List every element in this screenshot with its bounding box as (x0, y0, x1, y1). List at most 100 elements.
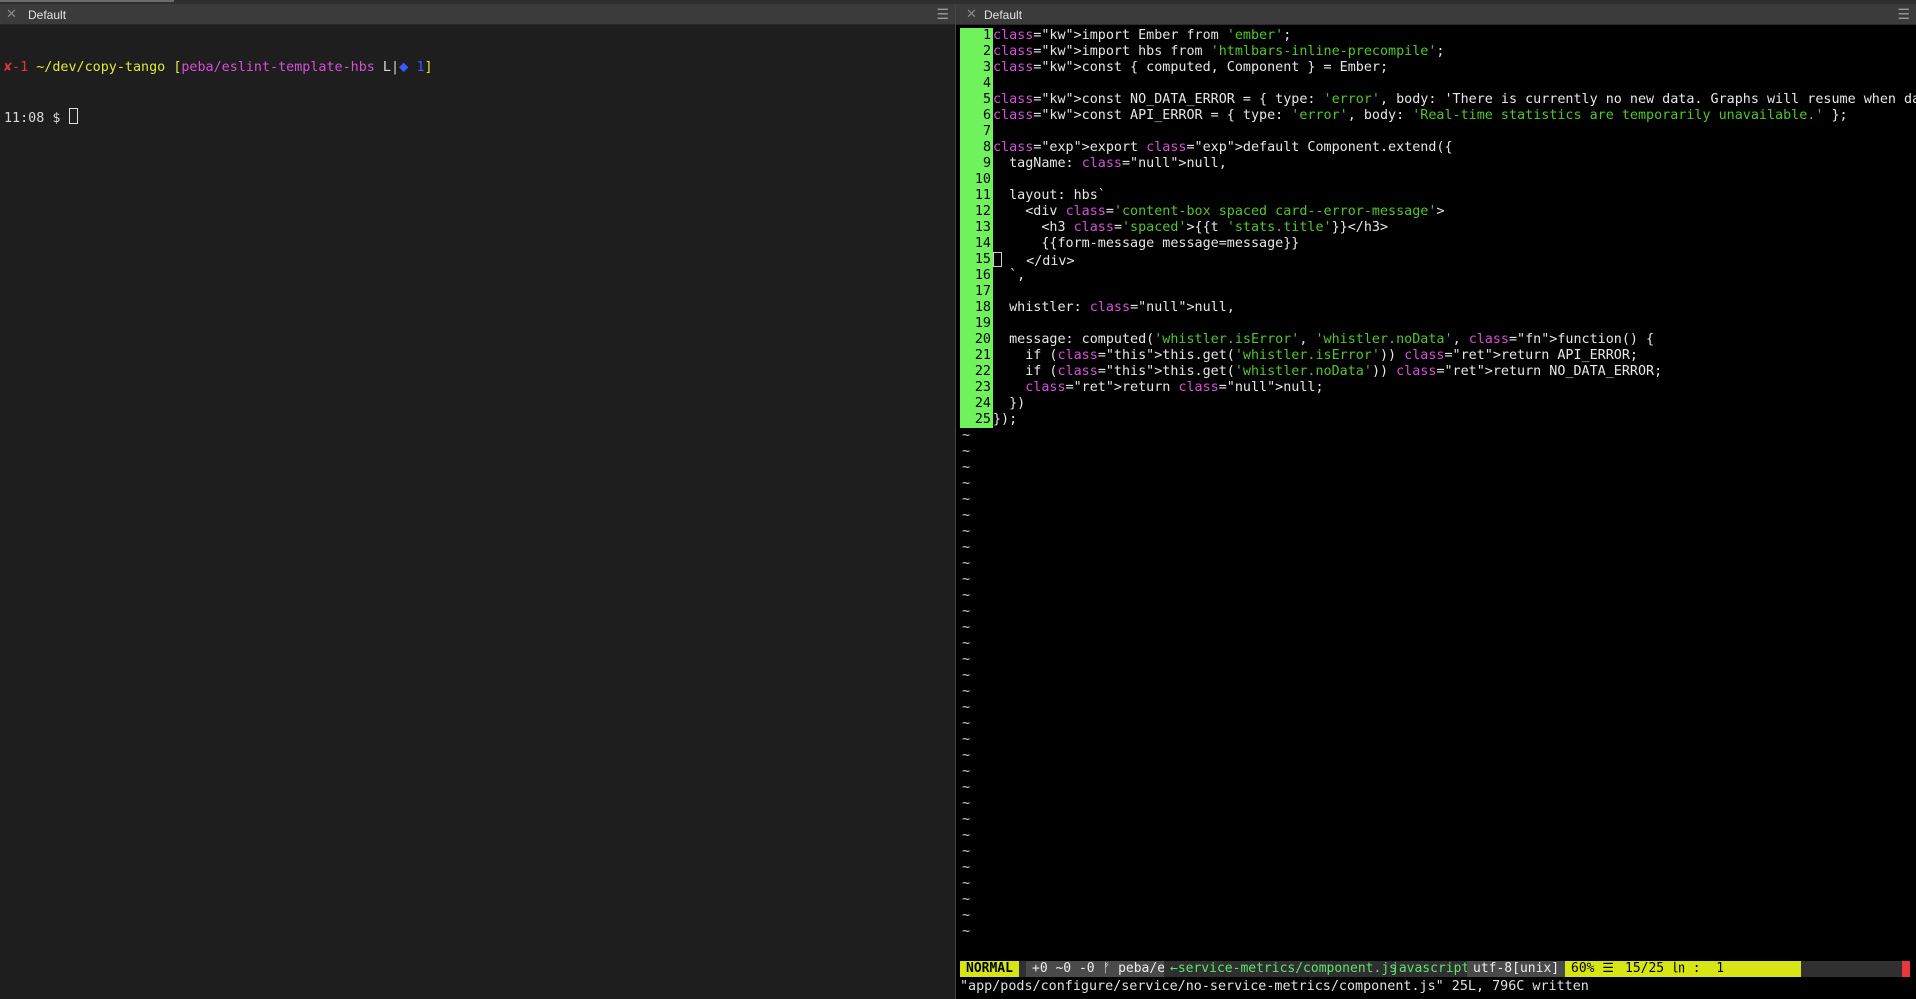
code-line[interactable]: class="kw">import Ember from 'ember'; (993, 28, 1916, 44)
line-number: 11 (960, 188, 993, 204)
code-line[interactable] (993, 124, 1916, 140)
pane-title: Default (984, 8, 1023, 22)
empty-line-tilde: ~ (962, 556, 971, 571)
statusline-endcap (1902, 961, 1910, 977)
terminal-cursor (68, 108, 78, 124)
line-number: 8 (960, 140, 993, 156)
empty-line-tilde: ~ (962, 508, 971, 523)
line-number: 17 (960, 284, 993, 300)
vim-message-line: "app/pods/configure/service/no-service-m… (960, 979, 1589, 994)
current-path: ~/dev/copy-tango (36, 60, 166, 75)
line-number: 13 (960, 220, 993, 236)
scroll-percent: 60% ☰ (1565, 961, 1620, 977)
empty-line-tilde: ~ (962, 620, 971, 635)
line-number: 15 (960, 252, 993, 268)
shell-output[interactable]: ✘-1 ~/dev/copy-tango [peba/eslint-templa… (4, 28, 955, 156)
code-line[interactable] (993, 76, 1916, 92)
code-line[interactable]: message: computed('whistler.isError', 'w… (993, 332, 1916, 348)
code-line[interactable]: {{form-message message=message}} (993, 236, 1916, 252)
right-vim-pane[interactable]: ✕ Default ☰ 1 2 3 4 5 6 7 8 9 10 11 12 13 14 15 16 17 18 1… (956, 4, 1916, 999)
branch-flag: L (382, 60, 391, 75)
empty-line-tilde: ~ (962, 636, 971, 651)
line-number: 19 (960, 316, 993, 332)
shell-prompt-line-1: ✘-1 ~/dev/copy-tango [peba/eslint-templa… (4, 60, 433, 75)
empty-line-tilde: ~ (962, 732, 971, 747)
right-pane-titlebar: ✕ Default ☰ (956, 4, 1916, 25)
line-number: 21 (960, 348, 993, 364)
active-tab-indicator (0, 0, 174, 2)
empty-line-tilde: ~ (962, 796, 971, 811)
empty-line-tilde: ~ (962, 668, 971, 683)
hamburger-menu-icon[interactable]: ☰ (936, 6, 949, 22)
code-line[interactable]: class="kw">import hbs from 'htmlbars-inl… (993, 44, 1916, 60)
code-line[interactable]: <div class='content-box spaced card--err… (993, 204, 1916, 220)
line-number: 22 (960, 364, 993, 380)
empty-line-tilde: ~ (962, 652, 971, 667)
vim-statusline: NORMAL +0 ~0 -0 ᚠ peba/es… ←service-metr… (960, 961, 1910, 977)
code-line[interactable]: class="ret">return class="null">null; (993, 380, 1916, 396)
prompt-time: 11:08 (4, 111, 45, 126)
git-branch: peba/eslint-template-hbs (181, 60, 375, 75)
code-line[interactable]: if (class="this">this.get('whistler.isEr… (993, 348, 1916, 364)
code-line[interactable]: if (class="this">this.get('whistler.noDa… (993, 364, 1916, 380)
code-line[interactable]: class="kw">const { computed, Component }… (993, 60, 1916, 76)
line-number: 9 (960, 156, 993, 172)
line-number: 18 (960, 300, 993, 316)
code-line[interactable]: tagName: class="null">null, (993, 156, 1916, 172)
code-line[interactable] (993, 316, 1916, 332)
empty-line-tilde: ~ (962, 764, 971, 779)
empty-line-tilde: ~ (962, 748, 971, 763)
branch-ahead-icon: ⬥ (399, 60, 409, 75)
empty-line-tilde: ~ (962, 604, 971, 619)
line-number: 5 (960, 92, 993, 108)
empty-line-tilde: ~ (962, 924, 971, 939)
prompt-symbol: $ (52, 111, 61, 126)
line-number: 4 (960, 76, 993, 92)
shell-prompt-line-2: 11:08 $ (4, 108, 955, 126)
line-number: 3 (960, 60, 993, 76)
git-status: +0 ~0 -0 ᚠ peba/es… (1026, 961, 1187, 977)
code-line[interactable]: }); (993, 412, 1916, 428)
file-encoding: utf-8[unix] (1467, 961, 1566, 977)
code-line[interactable] (993, 172, 1916, 188)
line-number: 16 (960, 268, 993, 284)
empty-line-tilde: ~ (962, 476, 971, 491)
left-terminal-pane[interactable]: ✕ Default ☰ ✘-1 ~/dev/copy-tango [peba/e… (0, 4, 955, 999)
line-number: 23 (960, 380, 993, 396)
code-line[interactable]: </div> (993, 252, 1916, 269)
line-number: 20 (960, 332, 993, 348)
close-icon[interactable]: ✕ (6, 6, 17, 22)
code-line[interactable] (993, 284, 1916, 300)
cursor-position: 15/25 ㏑ : 1 (1619, 961, 1801, 977)
close-icon[interactable]: ✕ (966, 6, 977, 22)
empty-line-tilde: ~ (962, 876, 971, 891)
empty-line-tilde: ~ (962, 428, 971, 443)
code-line[interactable]: whistler: class="null">null, (993, 300, 1916, 316)
empty-line-tilde: ~ (962, 844, 971, 859)
code-line[interactable]: }) (993, 396, 1916, 412)
line-number: 12 (960, 204, 993, 220)
line-number-gutter: 1 2 3 4 5 6 7 8 9 10 11 12 13 14 15 16 17 18 19 20 21 22 23 24 2… (960, 28, 993, 940)
empty-line-tilde: ~ (962, 460, 971, 475)
hamburger-menu-icon[interactable]: ☰ (1897, 6, 1910, 22)
code-line[interactable]: class="kw">const NO_DATA_ERROR = { type:… (993, 92, 1916, 108)
code-buffer[interactable]: class="kw">import Ember from 'ember'; cla… (993, 28, 1916, 428)
code-line[interactable]: layout: hbs` (993, 188, 1916, 204)
line-number: 6 (960, 108, 993, 124)
empty-line-tilde: ~ (962, 780, 971, 795)
exit-status: ✘-1 (4, 60, 29, 75)
code-line[interactable]: `, (993, 268, 1916, 284)
code-line[interactable]: <h3 class='spaced'>{{t 'stats.title'}}</… (993, 220, 1916, 236)
code-line[interactable]: class="kw">const API_ERROR = { type: 'er… (993, 108, 1916, 124)
line-number: 7 (960, 124, 993, 140)
pane-title: Default (28, 8, 67, 22)
file-name: ←service-metrics/component.js (1164, 961, 1403, 977)
line-number: 10 (960, 172, 993, 188)
empty-line-tilde: ~ (962, 492, 971, 507)
empty-line-tilde: ~ (962, 444, 971, 459)
code-line[interactable]: class="exp">export class="exp">default C… (993, 140, 1916, 156)
line-number: 24 (960, 396, 993, 412)
empty-line-tilde: ~ (962, 828, 971, 843)
empty-line-tilde: ~ (962, 860, 971, 875)
empty-line-tilde: ~ (962, 524, 971, 539)
